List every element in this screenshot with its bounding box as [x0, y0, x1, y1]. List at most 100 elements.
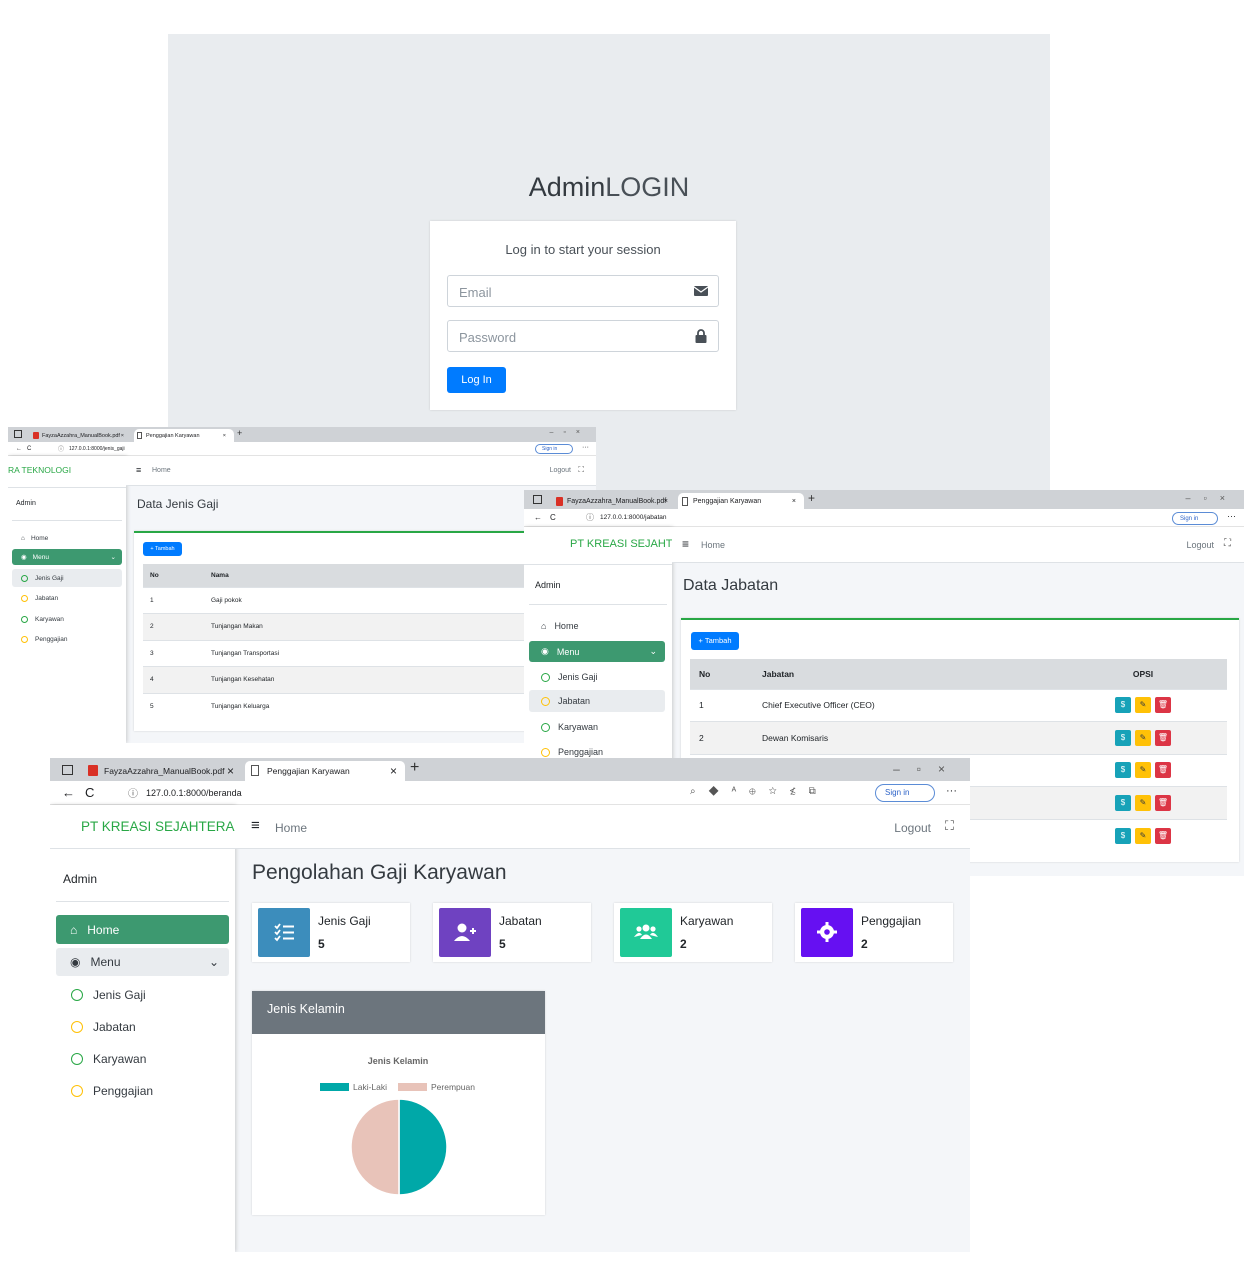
sign-in-button[interactable]: Sign in [1172, 512, 1218, 525]
sign-in-button[interactable]: Sign in [875, 784, 935, 802]
brand-link[interactable]: PT KREASI SEJAHTE [524, 527, 672, 565]
new-tab-icon[interactable]: + [237, 428, 242, 438]
add-button[interactable]: + Tambah [143, 542, 182, 556]
close-tab-icon[interactable]: × [792, 498, 796, 505]
tab-penggajian[interactable]: Penggajian Karyawan × [678, 493, 804, 509]
fullscreen-icon[interactable]: ⛶ [945, 818, 954, 834]
sidebar-item-home[interactable]: ⌂ Home [56, 915, 229, 944]
sidebar-item-karyawan[interactable]: Karyawan [56, 1045, 229, 1073]
sidebar-item-home[interactable]: ⌂ Home [529, 616, 665, 636]
hamburger-icon[interactable]: ≡ [251, 817, 260, 834]
tab-penggajian[interactable]: Penggajian Karyawan × [245, 761, 405, 781]
edit-button[interactable]: ✎ [1135, 697, 1151, 714]
brand-link[interactable]: RA TEKNOLOGI [8, 456, 126, 488]
edit-button[interactable]: ✎ [1135, 729, 1151, 746]
edit-button[interactable]: ✎ [1135, 827, 1151, 844]
stat-icon-box [258, 908, 310, 957]
chart-card-title: Jenis Kelamin [252, 991, 545, 1034]
sidebar-item-menu[interactable]: ◉ Menu ⌄ [12, 549, 122, 565]
logout-link[interactable]: Logout [550, 467, 571, 474]
nav-arrows-icon[interactable]: ←C [16, 446, 46, 452]
nav-arrows-icon[interactable]: ←C [62, 785, 112, 800]
hamburger-icon[interactable]: ≡ [136, 465, 141, 475]
sidebar-item-label: Jenis Gaji [93, 988, 146, 1002]
top-home-link[interactable]: Home [275, 821, 307, 835]
more-icon[interactable]: ··· [946, 785, 957, 797]
sidebar-item-jabatan[interactable]: Jabatan [529, 690, 665, 712]
divider [56, 901, 229, 902]
window-menu-icon[interactable] [14, 430, 22, 438]
edit-button[interactable]: ✎ [1135, 794, 1151, 811]
sidebar-item-home[interactable]: ⌂ Home [12, 531, 122, 545]
window-menu-icon[interactable] [533, 495, 542, 504]
logout-link[interactable]: Logout [894, 821, 931, 835]
delete-button[interactable]: 🗑 [1155, 794, 1171, 811]
tab-pdf[interactable]: FayzaAzzahra_ManualBook.pdf × [30, 429, 132, 442]
user-name[interactable]: Admin [535, 580, 561, 590]
password-field[interactable]: Password [447, 320, 719, 352]
window-menu-icon[interactable] [62, 765, 73, 775]
delete-button[interactable]: 🗑 [1155, 762, 1171, 779]
more-icon[interactable]: ··· [1227, 511, 1236, 521]
sidebar-item-karyawan[interactable]: Karyawan [529, 717, 665, 737]
url-text[interactable]: 127.0.0.1:8000/jenis_gaji [69, 446, 125, 452]
sidebar-item-jabatan[interactable]: Jabatan [56, 1013, 229, 1041]
top-home-link[interactable]: Home [152, 467, 171, 474]
new-tab-icon[interactable]: + [410, 759, 419, 777]
close-tab-icon[interactable]: × [227, 764, 234, 778]
tab-pdf[interactable]: FayzaAzzahra_ManualBook.pdf × [552, 493, 676, 509]
delete-button[interactable]: 🗑 [1155, 827, 1171, 844]
toolbar-icons[interactable]: ⌕◆ᴬ⊕☆≴⧉ [690, 786, 829, 797]
sidebar-item-jenis-gaji[interactable]: Jenis Gaji [56, 981, 229, 1009]
salary-button[interactable]: $ [1115, 794, 1131, 811]
salary-button[interactable]: $ [1115, 697, 1131, 714]
email-field[interactable]: Email [447, 275, 719, 307]
top-navbar: ≡ Home Logout ⛶ [672, 527, 1244, 563]
stat-box-penggajian[interactable]: Penggajian 2 [795, 903, 953, 962]
salary-button[interactable]: $ [1115, 729, 1131, 746]
close-tab-icon[interactable]: × [390, 764, 397, 778]
sidebar-item-menu[interactable]: ◉ Menu ⌄ [529, 641, 665, 662]
sidebar-item-menu[interactable]: ◉ Menu ⌄ [56, 948, 229, 976]
new-tab-icon[interactable]: + [808, 491, 815, 505]
sidebar-item-penggajian[interactable]: Penggajian [56, 1077, 229, 1105]
fullscreen-icon[interactable]: ⛶ [1224, 538, 1231, 549]
login-button[interactable]: Log In [447, 367, 506, 393]
sign-in-button[interactable]: Sign in [535, 444, 573, 454]
user-name[interactable]: Admin [63, 872, 97, 886]
salary-button[interactable]: $ [1115, 762, 1131, 779]
close-tab-icon[interactable]: × [223, 433, 226, 439]
tab-penggajian[interactable]: Penggajian Karyawan × [134, 429, 234, 442]
tab-pdf[interactable]: FayzaAzzahra_ManualBook.pdf × [82, 761, 242, 781]
more-icon[interactable]: ··· [582, 444, 589, 451]
stat-box-karyawan[interactable]: Karyawan 2 [614, 903, 772, 962]
window-controls-icon[interactable]: –▫× [893, 762, 962, 776]
sidebar-item-jabatan[interactable]: Jabatan [12, 591, 122, 605]
pie-slice-laki-laki[interactable] [398, 1098, 448, 1196]
stat-box-jabatan[interactable]: Jabatan 5 [433, 903, 591, 962]
stat-box-jenis-gaji[interactable]: Jenis Gaji 5 [252, 903, 410, 962]
salary-button[interactable]: $ [1115, 827, 1131, 844]
delete-button[interactable]: 🗑 [1155, 729, 1171, 746]
nav-arrows-icon[interactable]: ←C [534, 513, 574, 522]
top-home-link[interactable]: Home [701, 540, 725, 550]
hamburger-icon[interactable]: ≡ [682, 537, 689, 551]
pie-slice-perempuan[interactable] [350, 1098, 400, 1196]
delete-button[interactable]: 🗑 [1155, 697, 1171, 714]
add-button[interactable]: + Tambah [691, 632, 739, 650]
sidebar-item-penggajian[interactable]: Penggajian [12, 632, 122, 646]
edit-button[interactable]: ✎ [1135, 762, 1151, 779]
brand-link[interactable]: PT KREASI SEJAHTERA T [50, 805, 235, 849]
sidebar-item-karyawan[interactable]: Karyawan [12, 612, 122, 626]
sidebar-item-jenis-gaji[interactable]: Jenis Gaji [529, 667, 665, 687]
close-tab-icon[interactable]: × [121, 433, 124, 439]
url-text[interactable]: 127.0.0.1:8000/jabatan [600, 514, 667, 521]
window-controls-icon[interactable]: –▫× [550, 429, 590, 436]
fullscreen-icon[interactable]: ⛶ [578, 465, 584, 475]
sidebar-item-jenis-gaji[interactable]: Jenis Gaji [12, 569, 122, 587]
url-text[interactable]: 127.0.0.1:8000/beranda [146, 788, 242, 798]
close-tab-icon[interactable]: × [664, 498, 668, 505]
window-controls-icon[interactable]: –▫× [1186, 493, 1238, 503]
logout-link[interactable]: Logout [1186, 540, 1214, 550]
user-name[interactable]: Admin [16, 500, 36, 507]
